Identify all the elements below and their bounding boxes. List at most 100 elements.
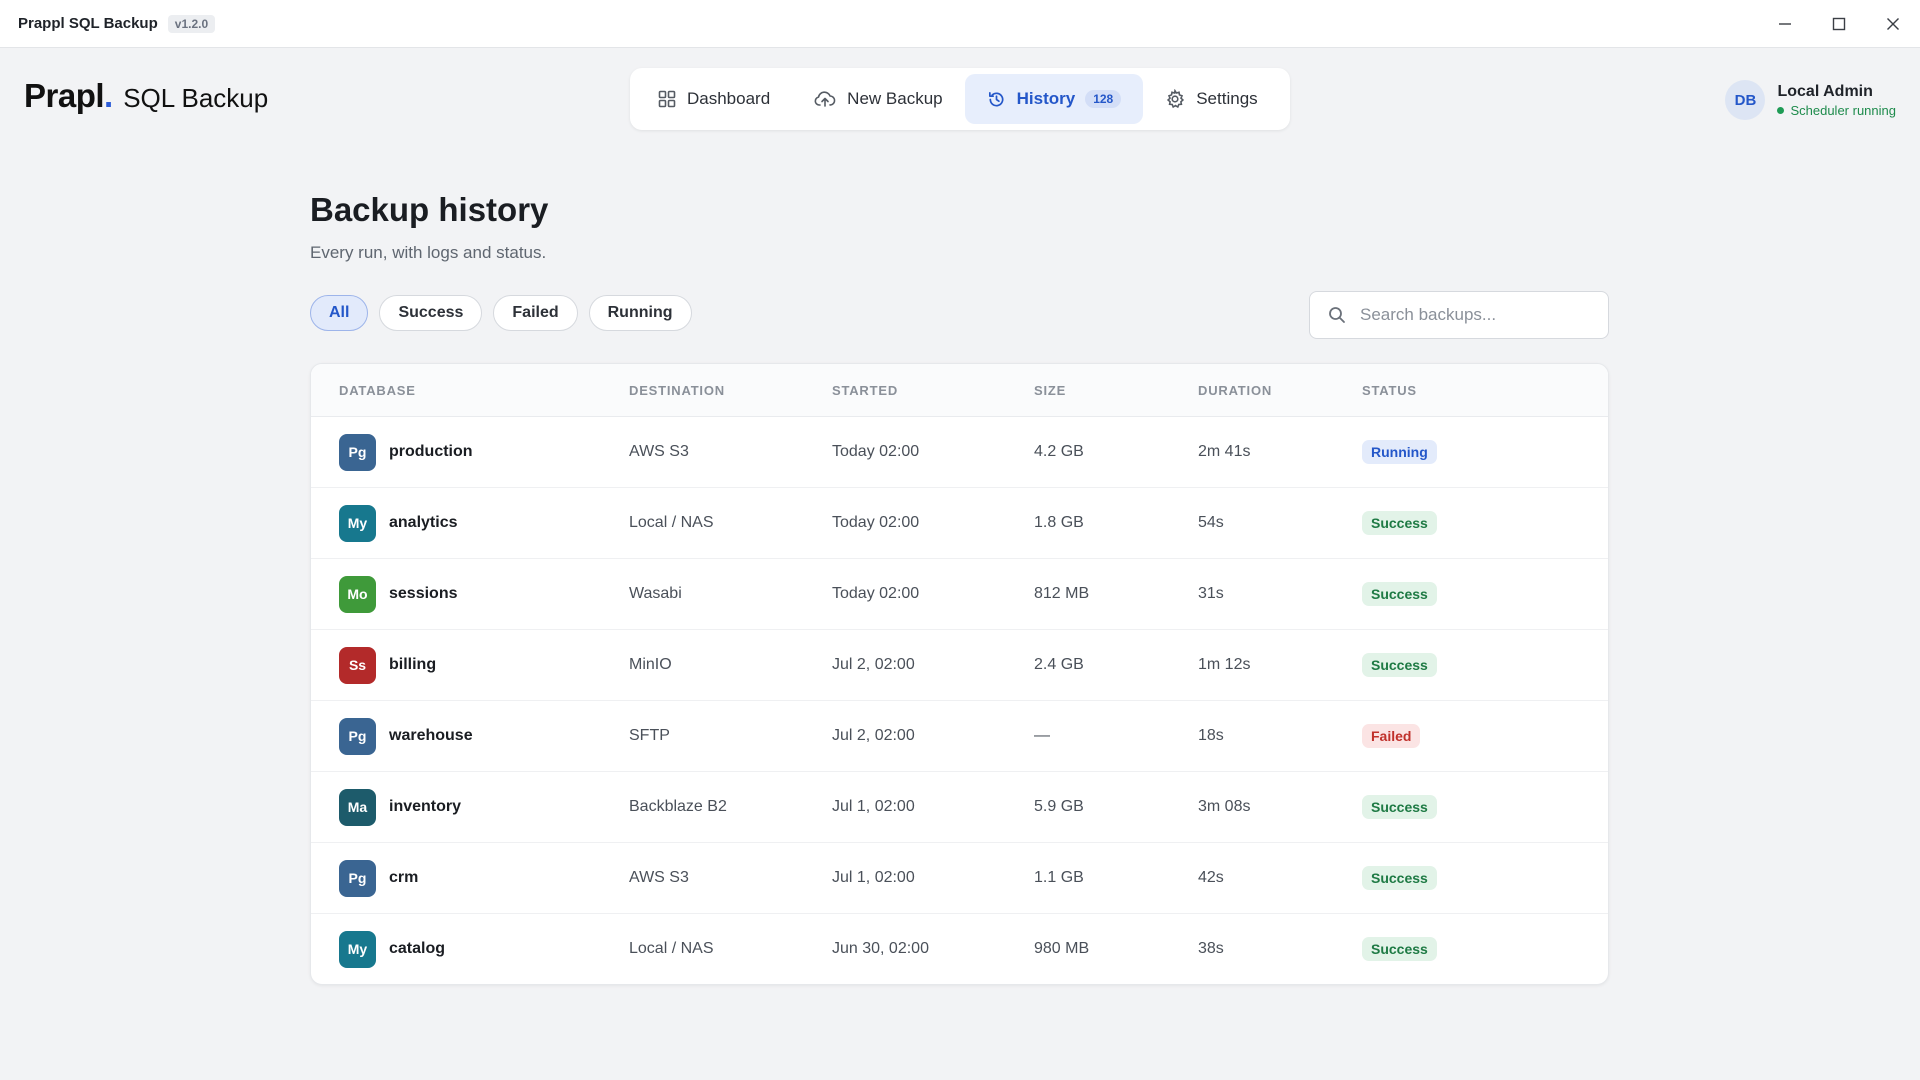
scheduler-status: Scheduler running [1777,103,1896,118]
cell-status: Success [1362,653,1608,677]
close-button[interactable] [1866,0,1920,47]
table-row[interactable]: Pg production AWS S3 Today 02:00 4.2 GB 2m 41… [311,417,1608,488]
cell-size: 980 MB [1034,940,1090,957]
maximize-button[interactable] [1812,0,1866,47]
database-engine-icon: Pg [339,433,376,471]
gear-icon [1167,89,1185,109]
cell-duration: 54s [1198,514,1224,531]
cell-started: Today 02:00 [832,443,920,460]
table-row[interactable]: Ss billing MinIO Jul 2, 02:00 2.4 GB 1m 12s Su… [311,630,1608,701]
cell-size: 812 MB [1034,585,1090,602]
cell-duration: 1m 12s [1198,656,1251,673]
close-icon [1887,17,1899,30]
minimize-icon [1779,22,1791,25]
cell-database: Ma inventory [311,788,629,826]
table-row[interactable]: My analytics Local / NAS Today 02:00 1.8 GB 5… [311,488,1608,559]
cell-status: Success [1362,511,1608,535]
cell-duration: 38s [1198,940,1224,957]
cell-destination: Local / NAS [629,514,714,531]
cell-database: Ss billing [311,646,629,684]
status-dot-icon [1777,106,1785,114]
cell-duration: 2m 41s [1198,443,1251,460]
table-row[interactable]: Pg crm AWS S3 Jul 1, 02:00 1.1 GB 42s Success [311,843,1608,914]
tab-label: New Backup [847,89,943,108]
column-header-started[interactable]: STARTED [832,383,1034,398]
user-name: Local Admin [1777,82,1873,100]
search-input[interactable] [1358,304,1592,326]
backup-history-table: DATABASE DESTINATION STARTED SIZE DURATI… [310,363,1609,985]
status-badge: Success [1362,653,1437,677]
database-engine-icon: Ma [339,788,376,826]
window-controls [1758,0,1920,47]
cell-destination: Local / NAS [629,940,714,957]
tab-new-backup[interactable]: New Backup [792,74,964,124]
database-name: sessions [389,585,458,602]
tab-settings[interactable]: Settings [1143,74,1279,124]
status-filters: All Success Failed Running [310,295,703,331]
column-header-database[interactable]: DATABASE [311,383,629,398]
cell-started: Today 02:00 [832,514,920,531]
dashboard-icon [658,90,676,108]
tab-history[interactable]: History 128 [964,74,1144,124]
database-engine-icon: My [339,930,376,968]
cell-size: 1.8 GB [1034,514,1084,531]
status-badge: Failed [1362,724,1421,748]
filter-success[interactable]: Success [379,295,483,331]
window-title: Prappl SQL Backup [18,15,158,32]
cell-started: Jul 2, 02:00 [832,727,915,744]
cell-started: Jun 30, 02:00 [832,940,929,957]
cell-destination: Wasabi [629,585,682,602]
cell-database: Pg crm [311,859,629,897]
cell-status: Success [1362,795,1608,819]
cell-destination: SFTP [629,727,670,744]
cell-size: 4.2 GB [1034,443,1084,460]
status-badge: Success [1362,582,1437,606]
column-header-status[interactable]: STATUS [1362,383,1608,398]
table-row[interactable]: My catalog Local / NAS Jun 30, 02:00 980 MB 3… [311,914,1608,984]
filter-running[interactable]: Running [588,295,692,331]
database-engine-icon: Pg [339,717,376,755]
database-engine-icon: My [339,504,376,542]
status-badge: Success [1362,866,1437,890]
table-row[interactable]: Ma inventory Backblaze B2 Jul 1, 02:00 5.9 G… [311,772,1608,843]
database-name: inventory [389,798,462,815]
app-header: Prapl. SQL Backup Dashboard New Backup H… [0,48,1920,148]
logo-text: Prapl [24,77,105,114]
table-row[interactable]: Mo sessions Wasabi Today 02:00 812 MB 31s Succ… [311,559,1608,630]
database-engine-icon: Ss [339,646,376,684]
column-header-size[interactable]: SIZE [1034,383,1198,398]
cell-size: 2.4 GB [1034,656,1084,673]
version-badge: v1.2.0 [167,14,216,33]
maximize-icon [1832,17,1846,30]
table-header: DATABASE DESTINATION STARTED SIZE DURATI… [311,364,1608,417]
main-content: Backup history Every run, with logs and … [310,185,1609,985]
tab-dashboard[interactable]: Dashboard [636,74,792,124]
column-header-duration[interactable]: DURATION [1198,383,1362,398]
table-body: Pg production AWS S3 Today 02:00 4.2 GB 2m 41… [311,417,1608,984]
cell-status: Failed [1362,724,1608,748]
page-subtitle: Every run, with logs and status. [310,243,547,262]
cell-started: Today 02:00 [832,585,920,602]
search-box [1309,291,1609,339]
table-row[interactable]: Pg warehouse SFTP Jul 2, 02:00 — 18s Failed [311,701,1608,772]
cell-duration: 42s [1198,869,1224,886]
database-name: crm [389,869,419,886]
title-bar: Prappl SQL Backup v1.2.0 [0,0,1920,48]
cell-destination: AWS S3 [629,443,689,460]
cell-database: My analytics [311,504,629,542]
cell-duration: 31s [1198,585,1224,602]
column-header-destination[interactable]: DESTINATION [629,383,832,398]
status-badge: Success [1362,937,1437,961]
database-name: production [389,443,473,460]
tab-label: Dashboard [687,89,771,108]
database-name: catalog [389,940,446,957]
filter-all[interactable]: All [310,295,369,331]
product-name: SQL Backup [123,83,269,113]
filter-failed[interactable]: Failed [493,295,578,331]
minimize-button[interactable] [1758,0,1812,47]
scheduler-status-text: Scheduler running [1790,102,1896,118]
cell-database: Pg production [311,433,629,471]
user-menu[interactable]: DB Local Admin Scheduler running [1725,80,1896,120]
database-engine-icon: Mo [339,575,376,613]
brand-logo[interactable]: Prapl. SQL Backup [24,77,268,115]
